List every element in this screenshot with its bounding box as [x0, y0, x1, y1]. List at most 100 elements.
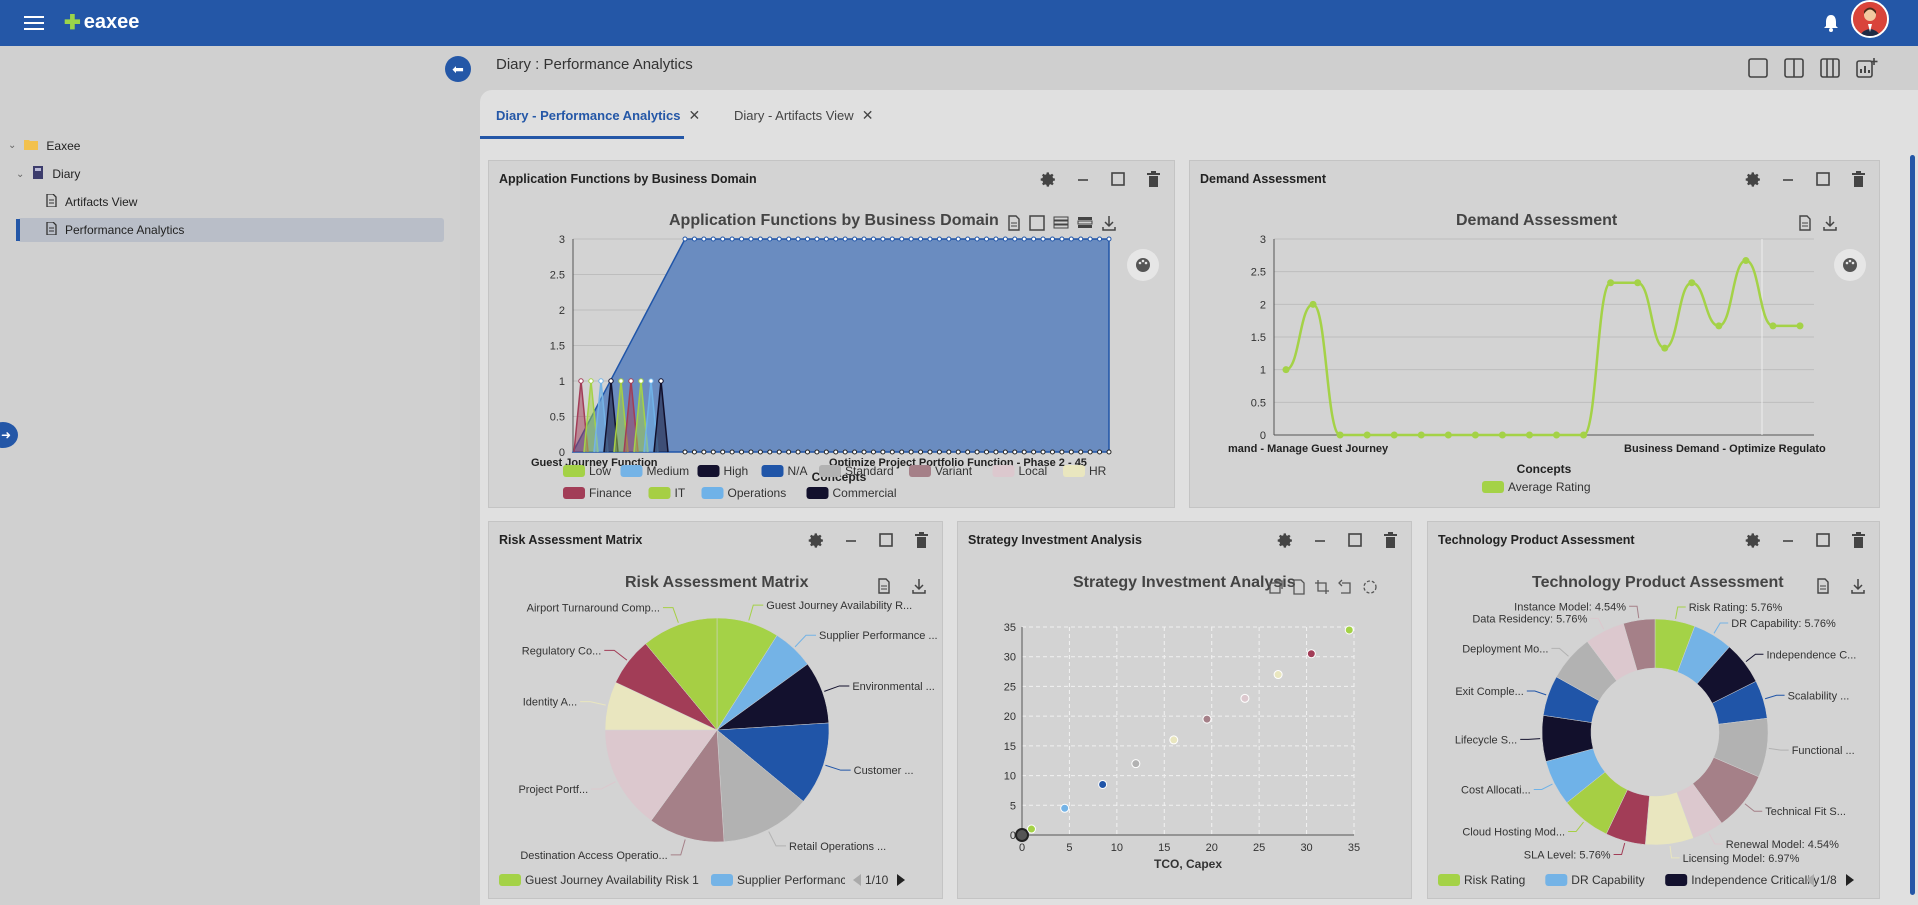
data-point	[823, 236, 829, 242]
two-column-layout-icon[interactable]	[1784, 58, 1806, 78]
scatter-point	[1131, 759, 1141, 769]
data-point	[974, 449, 980, 455]
scatter-point	[1240, 693, 1250, 703]
content-scrollbar[interactable]	[1910, 155, 1915, 895]
slice-label: Airport Turnaround Comp...	[527, 603, 660, 615]
data-point	[842, 449, 848, 455]
tab-artifacts-view[interactable]: Diary - Artifacts View ✕	[734, 107, 873, 124]
y-tick-label: 0.5	[550, 412, 565, 424]
y-tick-label: 0.5	[1251, 397, 1266, 409]
document-icon	[46, 193, 57, 210]
data-point	[1059, 449, 1065, 455]
scatter-point	[1202, 714, 1212, 724]
data-point	[927, 449, 933, 455]
legend-swatch	[648, 487, 671, 499]
slice-label: Scalability ...	[1788, 690, 1850, 702]
add-chart-icon[interactable]	[1856, 58, 1878, 78]
legend-label: Medium	[647, 464, 690, 478]
x-axis-label: TCO, Capex	[1154, 857, 1222, 871]
data-point	[1002, 236, 1008, 242]
chevron-down-icon[interactable]: ⌄	[8, 140, 16, 151]
risk-pie-chart: Guest Journey Availability R... Supplier …	[499, 600, 938, 890]
label-leader-line	[1551, 647, 1569, 657]
legend-swatch	[499, 874, 521, 886]
tab-performance-analytics[interactable]: Diary - Performance Analytics ✕	[496, 107, 700, 124]
legend-label: High	[724, 464, 749, 478]
label-leader-line	[825, 764, 851, 771]
single-column-layout-icon[interactable]	[1748, 58, 1770, 78]
data-point	[691, 449, 697, 455]
bell-icon[interactable]	[1820, 12, 1842, 34]
y-tick-label: 1.5	[1251, 332, 1266, 344]
label-leader-line	[824, 685, 850, 692]
legend-swatch	[1665, 874, 1688, 886]
close-icon[interactable]: ✕	[688, 107, 700, 124]
label-leader-line	[794, 634, 816, 648]
tree-item-diary[interactable]: ⌄ Diary	[16, 166, 80, 182]
logo-mark-icon: ✚	[64, 12, 81, 34]
logo[interactable]: ✚ eaxee	[64, 10, 139, 35]
y-tick-label: 0	[1260, 430, 1266, 442]
panel-technology-product: Technology Product Assessment Technology…	[1427, 521, 1880, 899]
slice-label: Functional ...	[1792, 745, 1855, 757]
label-leader-line	[1744, 803, 1763, 812]
slice-label: Technical Fit S...	[1765, 806, 1846, 818]
slice-label: Risk Rating: 5.76%	[1689, 602, 1783, 614]
y-tick-label: 3	[1260, 234, 1266, 246]
data-point	[1553, 431, 1561, 439]
panel-strategy-investment: Strategy Investment Analysis Strategy In…	[957, 521, 1412, 899]
scatter-point	[1026, 824, 1036, 834]
data-point	[1106, 449, 1112, 455]
legend-label: Operations	[728, 486, 787, 500]
data-point	[618, 378, 624, 384]
close-icon[interactable]: ✕	[862, 107, 874, 124]
legend-swatch	[806, 487, 829, 499]
tree-item-artifacts-view[interactable]: Artifacts View	[46, 193, 137, 210]
data-point	[1444, 431, 1452, 439]
slice-label: Environmental ...	[852, 681, 935, 693]
data-point	[1634, 279, 1642, 287]
data-point	[1282, 366, 1290, 374]
data-point	[1021, 449, 1027, 455]
data-point	[691, 236, 697, 242]
label-leader-line	[1713, 622, 1729, 634]
data-point	[1049, 449, 1055, 455]
data-point	[638, 378, 644, 384]
legend-pager: 1/10	[865, 873, 889, 887]
legend-pager: 1/8	[1820, 873, 1837, 887]
tree-item-root[interactable]: ⌄ Eaxee	[8, 138, 80, 153]
data-point	[729, 236, 735, 242]
chevron-down-icon[interactable]: ⌄	[16, 169, 24, 180]
legend-label: Average Rating	[1508, 480, 1591, 494]
tree-item-performance-analytics[interactable]: Performance Analytics	[18, 218, 444, 242]
scatter-point	[1098, 779, 1108, 789]
data-point	[1002, 449, 1008, 455]
data-point	[748, 449, 754, 455]
menu-icon[interactable]	[22, 12, 46, 32]
data-point	[720, 236, 726, 242]
scatter-point	[1015, 828, 1029, 842]
x-tick-label: 20	[1206, 842, 1218, 854]
breadcrumb: Diary : Performance Analytics	[496, 56, 693, 73]
data-point	[757, 449, 763, 455]
data-point	[795, 236, 801, 242]
data-point	[1580, 431, 1588, 439]
data-point	[965, 236, 971, 242]
slice-label: Instance Model: 4.54%	[1514, 601, 1626, 613]
x-tick-label: 30	[1300, 842, 1312, 854]
data-point	[1661, 344, 1669, 352]
data-point	[936, 236, 942, 242]
data-point	[918, 236, 924, 242]
label-leader-line	[670, 839, 686, 856]
collapse-sidebar-button[interactable]: ⬅	[445, 56, 471, 82]
legend-label: Variant	[935, 464, 973, 478]
y-tick-label: 5	[1010, 800, 1016, 812]
y-tick-label: 20	[1004, 711, 1016, 723]
panel-application-functions: Application Functions by Business Domain…	[488, 160, 1175, 508]
three-column-layout-icon[interactable]	[1820, 58, 1842, 78]
slice-label: Cloud Hosting Mod...	[1462, 827, 1565, 839]
y-tick-label: 1.5	[550, 341, 565, 353]
slice-label: Lifecycle S...	[1455, 734, 1517, 746]
y-tick-label: 25	[1004, 681, 1016, 693]
avatar[interactable]	[1851, 0, 1889, 38]
